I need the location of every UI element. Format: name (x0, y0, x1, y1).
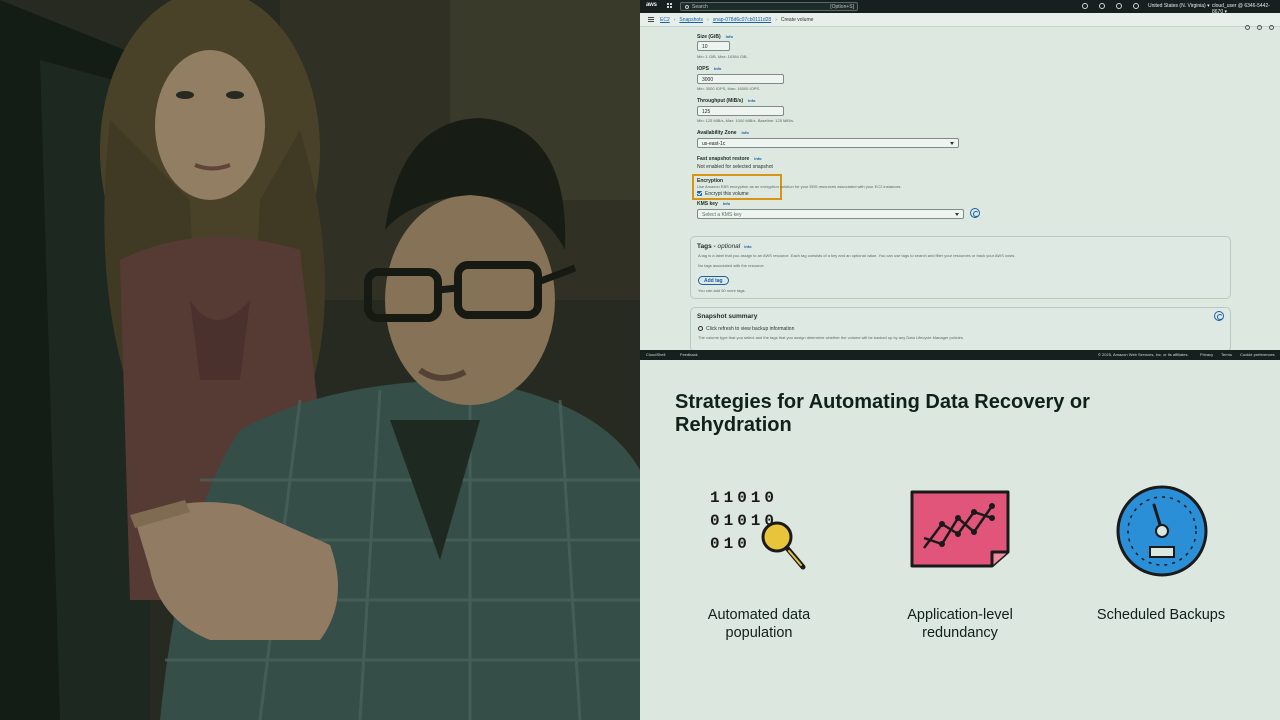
terms-link[interactable]: Terms (1221, 352, 1232, 357)
aws-logo[interactable]: aws (646, 2, 657, 8)
clock-icon (698, 326, 703, 331)
services-grid-icon[interactable] (667, 3, 674, 10)
encrypt-checkbox[interactable] (697, 191, 702, 196)
throughput-info-link[interactable]: Info (748, 98, 755, 103)
speed-gauge-icon (1116, 485, 1208, 577)
binary-row-1: 11010 (710, 489, 778, 507)
search-placeholder: Search (692, 4, 708, 10)
presenters-illustration (0, 0, 640, 720)
iops-hint: Min: 3000 IOPS, Max: 16000 IOPS. (697, 86, 761, 91)
slide-title: Strategies for Automating Data Recovery … (675, 391, 1090, 436)
kms-info-link[interactable]: Info (723, 201, 730, 206)
course-slide: Strategies for Automating Data Recovery … (640, 360, 1280, 720)
kms-select[interactable]: Select a KMS key (697, 209, 964, 219)
binary-magnifier-icon: 11010 01010 010 (710, 489, 806, 570)
snapshot-summary-panel: Snapshot summary Click refresh to view b… (690, 307, 1231, 352)
binary-row-3: 010 (710, 535, 751, 553)
breadcrumb-snapshot-id[interactable]: snap-078d6c07cb0111d28 (713, 17, 771, 23)
az-label: Availability Zone Info (697, 130, 749, 136)
cloudshell-icon[interactable] (1082, 3, 1088, 9)
tags-panel: Tags - optional Info A tag is a label tha… (690, 236, 1231, 299)
presenters-photo (0, 0, 640, 720)
search-icon (685, 5, 689, 9)
tags-title: Tags - optional Info (697, 243, 752, 250)
breadcrumb-snapshots[interactable]: Snapshots (679, 17, 703, 23)
tags-info-link[interactable]: Info (744, 244, 751, 249)
page-tools (1238, 17, 1274, 35)
privacy-link[interactable]: Privacy (1200, 352, 1213, 357)
throughput-hint: Min: 125 MiB/s, Max: 1000 MiB/s. Baselin… (697, 118, 795, 123)
clock-icon[interactable] (1257, 25, 1262, 30)
bell-icon[interactable] (1099, 3, 1105, 9)
size-info-link[interactable]: Info (726, 34, 733, 39)
search-input[interactable]: Search [Option+S] (680, 2, 858, 11)
snapshot-refresh-icon[interactable] (1214, 311, 1224, 321)
snapshot-summary-title: Snapshot summary (697, 313, 758, 320)
feature-label-automated-data-population: Automated data population (707, 607, 811, 641)
search-shortcut: [Option+S] (830, 4, 854, 10)
settings-icon[interactable] (1269, 25, 1274, 30)
iops-info-link[interactable]: Info (714, 66, 721, 71)
chart-sheet-icon (910, 490, 1010, 568)
aws-footer: CloudShell Feedback © 2025, Amazon Web S… (640, 350, 1280, 360)
breadcrumb-current: Create volume (780, 17, 814, 23)
throughput-label: Throughput (MiB/s) Info (697, 98, 756, 104)
tags-empty-message: No tags associated with the resource. (698, 263, 765, 268)
add-tag-button[interactable]: Add tag (698, 276, 729, 285)
feature-label-application-redundancy: Application-level redundancy (907, 607, 1013, 641)
az-select[interactable]: us-east-1c (697, 138, 959, 148)
chevron-down-icon (950, 142, 954, 145)
hamburger-menu-icon[interactable] (648, 17, 654, 22)
kms-label: KMS key Info (697, 201, 731, 207)
iops-label: IOPS Info (697, 66, 722, 72)
fsr-label: Fast snapshot restore Info (697, 156, 762, 162)
cloudshell-link[interactable]: CloudShell (646, 352, 665, 357)
feedback-link[interactable]: Feedback (680, 352, 698, 357)
kms-refresh-icon[interactable] (970, 208, 980, 218)
gear-icon[interactable] (1133, 3, 1139, 9)
chevron-down-icon (955, 213, 959, 216)
region-selector[interactable]: United States (N. Virginia) ▾ (1148, 3, 1210, 9)
breadcrumb-bar: EC2 › Snapshots › snap-078d6c07cb0111d28 › Cre… (640, 13, 1280, 30)
size-hint: Min: 1 GiB, Max: 16384 GiB. (697, 54, 748, 59)
help-icon[interactable] (1116, 3, 1122, 9)
video-frame: aws Search [Option+S] United States (N. … (0, 0, 1280, 720)
fsr-value: Not enabled for selected snapshot (697, 164, 773, 170)
tags-limit: You can add 50 more tags. (698, 288, 746, 293)
fsr-info-link[interactable]: Info (754, 156, 761, 161)
size-input[interactable]: 10 (697, 41, 730, 51)
az-info-link[interactable]: Info (742, 130, 749, 135)
breadcrumb: EC2 › Snapshots › snap-078d6c07cb0111d28 › Cre… (660, 17, 814, 23)
iops-input[interactable]: 3000 (697, 74, 784, 84)
cookie-preferences-link[interactable]: Cookie preferences (1240, 352, 1275, 357)
encryption-description: Use Amazon EBS encryption as an encrypti… (697, 184, 902, 189)
feature-label-scheduled-backups: Scheduled Backups (1096, 607, 1226, 623)
size-label: Size (GiB) Info (697, 34, 733, 40)
snapshot-description: The volume type that you select and the … (698, 335, 964, 340)
snapshot-refresh-hint: Click refresh to view backup information (706, 326, 795, 332)
copyright-text: © 2025, Amazon Web Services, Inc. or its… (1098, 352, 1189, 357)
info-circle-icon[interactable] (1245, 25, 1250, 30)
breadcrumb-ec2[interactable]: EC2 (660, 17, 670, 23)
throughput-input[interactable]: 125 (697, 106, 784, 116)
aws-top-nav: aws Search [Option+S] United States (N. … (640, 0, 1280, 15)
tags-description: A tag is a label that you assign to an A… (698, 253, 1016, 258)
encrypt-checkbox-label: Encrypt this volume (705, 191, 749, 197)
